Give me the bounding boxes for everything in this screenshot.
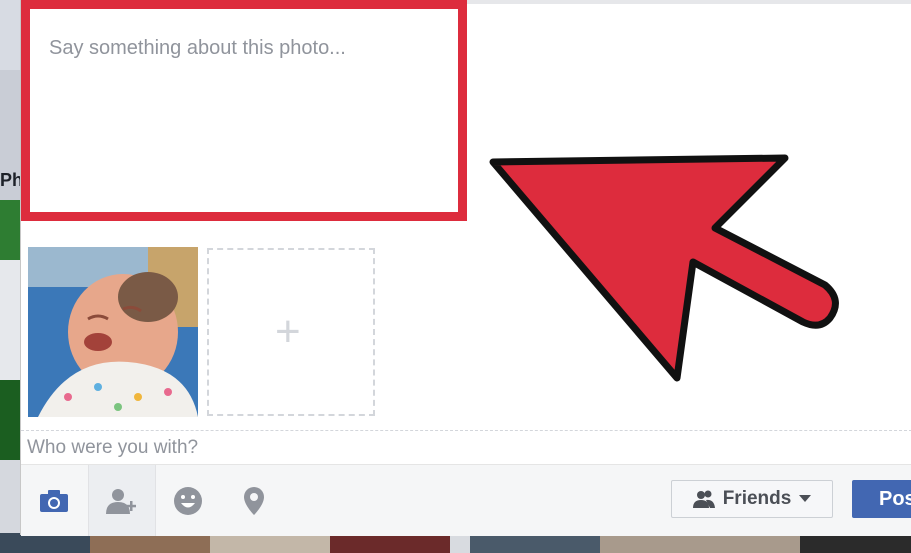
feeling-icon <box>174 486 202 515</box>
add-photo-tool-button[interactable] <box>21 465 87 536</box>
check-in-button[interactable] <box>221 465 287 536</box>
post-button[interactable]: Post <box>852 480 911 518</box>
tag-people-icon <box>106 488 136 514</box>
friends-icon <box>692 490 715 508</box>
who-were-you-with-input[interactable]: Who were you with? <box>27 437 198 459</box>
divider <box>21 430 911 431</box>
audience-label: Friends <box>722 488 792 509</box>
composer-footer: Friends Post <box>21 464 911 536</box>
status-textarea-highlight[interactable]: Say something about this photo... <box>21 0 467 221</box>
feeling-button[interactable] <box>155 465 221 536</box>
chevron-down-icon <box>799 495 812 502</box>
background-photo-strip <box>0 533 911 553</box>
location-icon <box>244 486 264 515</box>
red-arrow-annotation <box>489 154 839 382</box>
photo-thumbnail[interactable] <box>28 247 198 417</box>
status-input-placeholder[interactable]: Say something about this photo... <box>49 37 346 60</box>
baby-photo-image <box>28 247 198 417</box>
add-photo-button[interactable]: + <box>207 248 375 416</box>
audience-selector-button[interactable]: Friends <box>671 480 833 518</box>
tag-people-button[interactable] <box>88 465 156 536</box>
background-page-left <box>0 0 20 553</box>
camera-icon <box>40 489 68 512</box>
plus-icon: + <box>275 307 301 356</box>
